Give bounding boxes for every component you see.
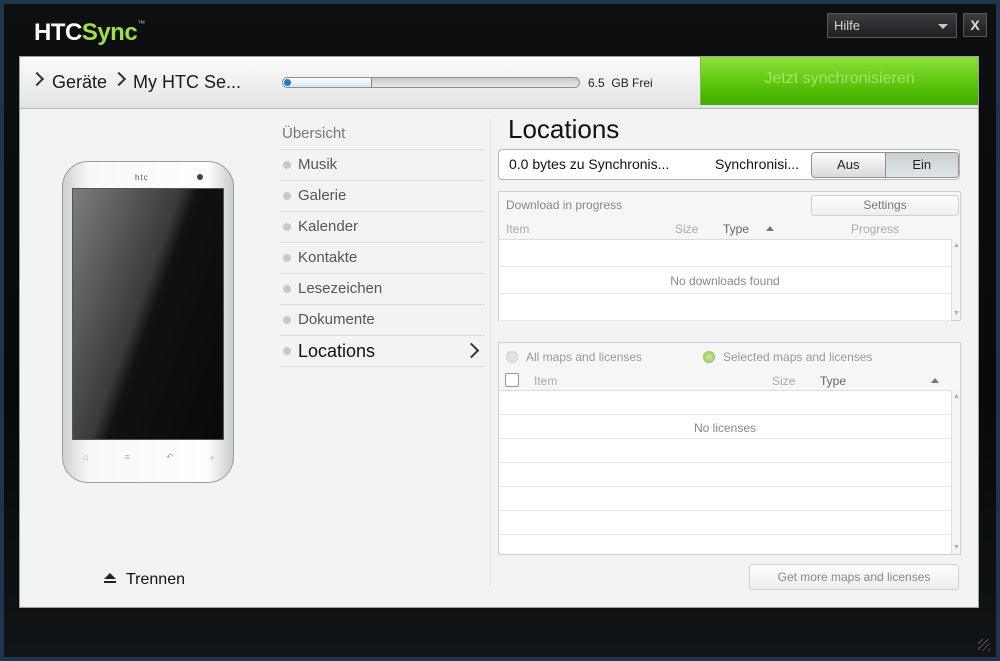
- eject-icon: [104, 572, 116, 583]
- page-title: Locations: [508, 114, 620, 144]
- htc-sync-logo: HTCSync™: [34, 19, 145, 46]
- scroll-up-icon[interactable]: ▲: [953, 242, 960, 249]
- list-row: [499, 439, 951, 463]
- sync-now-button[interactable]: Jetzt synchronisieren: [700, 57, 978, 105]
- nav-overview[interactable]: Übersicht: [280, 119, 485, 150]
- get-more-maps-button[interactable]: Get more maps and licenses: [749, 564, 959, 590]
- list-row: [499, 487, 951, 511]
- storage-knob: [284, 79, 291, 86]
- storage-bar: [282, 77, 580, 88]
- list-row: [499, 294, 951, 321]
- downloads-list: No downloads found: [499, 239, 951, 321]
- bullet-icon: [283, 223, 291, 231]
- nav-item-kalender[interactable]: Kalender: [280, 212, 485, 243]
- sort-asc-icon: [765, 226, 774, 231]
- camera-icon: [197, 174, 203, 180]
- list-row: [499, 391, 951, 415]
- bullet-icon: [283, 192, 291, 200]
- bullet-icon: [283, 347, 291, 355]
- scroll-up-icon[interactable]: ▲: [953, 393, 960, 400]
- col-item[interactable]: Item: [506, 222, 529, 236]
- col-type[interactable]: Type: [723, 222, 774, 236]
- licenses-list: No licenses: [499, 390, 951, 554]
- top-bar: Geräte My HTC Se... 6.5 GB Frei Jetzt sy…: [20, 57, 978, 109]
- col-size[interactable]: Size: [772, 374, 795, 388]
- breadcrumb-device[interactable]: My HTC Se...: [133, 72, 241, 93]
- chevron-right-icon: [111, 71, 127, 87]
- breadcrumb-devices[interactable]: Geräte: [52, 72, 107, 93]
- scroll-down-icon[interactable]: ▼: [953, 310, 960, 317]
- phone-keys: ⌂ ≡ ↶ ⌕: [83, 452, 215, 463]
- phone-screen: [72, 188, 224, 440]
- disconnect-label: Trennen: [126, 571, 185, 588]
- scroll-down-icon[interactable]: ▼: [953, 544, 960, 551]
- nav-item-lesezeichen[interactable]: Lesezeichen: [280, 274, 485, 305]
- sync-status: Synchronisi...: [715, 156, 800, 172]
- chevron-right-icon: [463, 342, 480, 359]
- sidebar-nav: Übersicht Musik Galerie Kalender Kontakt…: [280, 119, 485, 367]
- list-row: [499, 511, 951, 535]
- divider: [490, 119, 491, 587]
- nav-item-musik[interactable]: Musik: [280, 150, 485, 181]
- select-all-checkbox[interactable]: [505, 373, 519, 387]
- list-row: [499, 463, 951, 487]
- nav-item-galerie[interactable]: Galerie: [280, 181, 485, 212]
- close-button[interactable]: X: [963, 13, 987, 37]
- list-row: [499, 240, 951, 267]
- downloads-scrollbar[interactable]: ▲ ▼: [951, 239, 960, 320]
- resize-grip-icon[interactable]: [978, 639, 990, 651]
- licenses-scrollbar[interactable]: ▲ ▼: [951, 390, 960, 554]
- toggle-off-button[interactable]: Aus: [812, 153, 886, 177]
- phone-image: htc ⌂ ≡ ↶ ⌕: [62, 161, 234, 483]
- bullet-icon: [283, 285, 291, 293]
- licenses-panel: All maps and licenses Selected maps and …: [498, 342, 961, 555]
- nav-item-locations[interactable]: Locations: [280, 336, 485, 367]
- storage-used-fill: [283, 78, 372, 87]
- search-key-icon: ⌕: [209, 452, 215, 462]
- col-progress[interactable]: Progress: [851, 222, 899, 236]
- toggle-on-button[interactable]: Ein: [885, 153, 958, 177]
- bullet-icon: [283, 161, 291, 169]
- downloads-empty-message: No downloads found: [670, 274, 780, 288]
- col-size[interactable]: Size: [675, 222, 698, 236]
- back-key-icon: ↶: [166, 452, 174, 462]
- sync-toggle: Aus Ein: [811, 152, 959, 178]
- menu-key-icon: ≡: [124, 452, 130, 462]
- help-dropdown[interactable]: Hilfe: [827, 13, 957, 38]
- phone-brand: htc: [135, 173, 149, 182]
- bullet-icon: [283, 316, 291, 324]
- settings-button[interactable]: Settings: [811, 195, 959, 216]
- col-item[interactable]: Item: [534, 374, 557, 388]
- sort-asc-icon[interactable]: [931, 374, 939, 388]
- radio-icon: [506, 351, 518, 363]
- main-panel: Geräte My HTC Se... 6.5 GB Frei Jetzt sy…: [19, 56, 979, 608]
- help-label: Hilfe: [834, 18, 861, 33]
- radio-icon: [703, 351, 715, 363]
- col-type[interactable]: Type: [820, 374, 846, 388]
- licenses-empty-message: No licenses: [693, 421, 757, 435]
- chevron-down-icon: [938, 24, 948, 29]
- home-key-icon: ⌂: [83, 452, 89, 462]
- downloads-header: Download in progress: [506, 198, 623, 212]
- app-window: HTCSync™ Hilfe X Geräte My HTC Se... 6.5…: [3, 3, 997, 658]
- radio-selected-maps[interactable]: Selected maps and licenses: [703, 350, 872, 364]
- radio-all-maps[interactable]: All maps and licenses: [506, 350, 642, 364]
- disconnect-button[interactable]: Trennen: [104, 571, 185, 589]
- downloads-panel: Download in progress Settings Item Size …: [498, 191, 961, 321]
- storage-free-text: 6.5 GB Frei: [588, 76, 653, 90]
- sync-status-bar: 0.0 bytes zu Synchronis... Synchronisi..…: [498, 149, 960, 180]
- nav-item-kontakte[interactable]: Kontakte: [280, 243, 485, 274]
- bytes-status: 0.0 bytes zu Synchronis...: [509, 156, 670, 172]
- chevron-right-icon: [29, 71, 45, 87]
- nav-item-dokumente[interactable]: Dokumente: [280, 305, 485, 336]
- bullet-icon: [283, 254, 291, 262]
